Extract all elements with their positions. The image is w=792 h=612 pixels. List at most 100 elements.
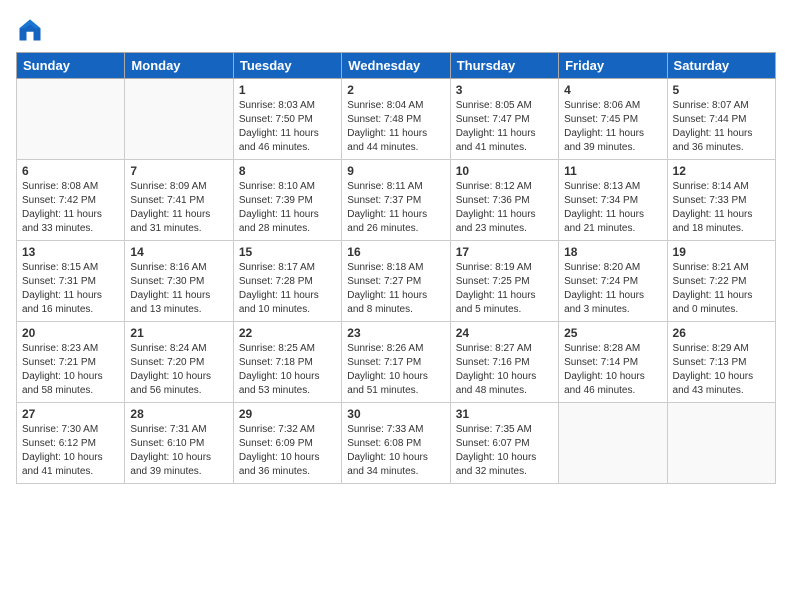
calendar-cell: 1 Sunrise: 8:03 AM Sunset: 7:50 PM Daylig… [233, 79, 341, 160]
logo-icon [16, 16, 44, 44]
day-content: Sunrise: 8:20 AM Sunset: 7:24 PM Dayligh… [564, 261, 661, 317]
day-content: Sunrise: 8:11 AM Sunset: 7:37 PM Dayligh… [347, 180, 444, 236]
day-number: 30 [347, 407, 444, 421]
calendar-cell: 23 Sunrise: 8:26 AM Sunset: 7:17 PM Dayli… [342, 322, 450, 403]
day-content: Sunrise: 8:17 AM Sunset: 7:28 PM Dayligh… [239, 261, 336, 317]
calendar-cell: 21Sunrise: 8:24 AM Sunset: 7:20 PM Dayli… [125, 322, 233, 403]
calendar-cell: 8 Sunrise: 8:10 AM Sunset: 7:39 PM Daylig… [233, 160, 341, 241]
calendar-table: SundayMondayTuesdayWednesdayThursdayFrid… [16, 52, 776, 484]
day-number: 24 [456, 326, 553, 340]
day-content: Sunrise: 8:29 AM Sunset: 7:13 PM Dayligh… [673, 342, 770, 398]
calendar-cell: 14Sunrise: 8:16 AM Sunset: 7:30 PM Dayli… [125, 241, 233, 322]
day-content: Sunrise: 8:13 AM Sunset: 7:34 PM Dayligh… [564, 180, 661, 236]
day-number: 31 [456, 407, 553, 421]
day-content: Sunrise: 8:27 AM Sunset: 7:16 PM Dayligh… [456, 342, 553, 398]
day-number: 29 [239, 407, 336, 421]
calendar-cell: 31 Sunrise: 7:35 AM Sunset: 6:07 PM Dayli… [450, 403, 558, 484]
day-number: 13 [22, 245, 119, 259]
day-number: 5 [673, 83, 770, 97]
day-content: Sunrise: 8:25 AM Sunset: 7:18 PM Dayligh… [239, 342, 336, 398]
week-row-4: 20Sunrise: 8:23 AM Sunset: 7:21 PM Dayli… [17, 322, 776, 403]
day-number: 15 [239, 245, 336, 259]
day-content: Sunrise: 8:08 AM Sunset: 7:42 PM Dayligh… [22, 180, 119, 236]
week-row-5: 27 Sunrise: 7:30 AM Sunset: 6:12 PM Dayli… [17, 403, 776, 484]
day-number: 1 [239, 83, 336, 97]
calendar-cell: 4 Sunrise: 8:06 AM Sunset: 7:45 PM Daylig… [559, 79, 667, 160]
day-content: Sunrise: 8:28 AM Sunset: 7:14 PM Dayligh… [564, 342, 661, 398]
calendar-cell: 13 Sunrise: 8:15 AM Sunset: 7:31 PM Dayli… [17, 241, 125, 322]
day-content: Sunrise: 7:33 AM Sunset: 6:08 PM Dayligh… [347, 423, 444, 479]
day-number: 22 [239, 326, 336, 340]
calendar-cell: 26 Sunrise: 8:29 AM Sunset: 7:13 PM Dayli… [667, 322, 775, 403]
day-number: 6 [22, 164, 119, 178]
logo [16, 16, 48, 44]
calendar-cell: 9 Sunrise: 8:11 AM Sunset: 7:37 PM Daylig… [342, 160, 450, 241]
day-number: 16 [347, 245, 444, 259]
week-row-2: 6 Sunrise: 8:08 AM Sunset: 7:42 PM Daylig… [17, 160, 776, 241]
calendar-cell: 28Sunrise: 7:31 AM Sunset: 6:10 PM Dayli… [125, 403, 233, 484]
day-content: Sunrise: 8:18 AM Sunset: 7:27 PM Dayligh… [347, 261, 444, 317]
day-content: Sunrise: 8:03 AM Sunset: 7:50 PM Dayligh… [239, 99, 336, 155]
column-header-thursday: Thursday [450, 53, 558, 79]
calendar-cell: 15 Sunrise: 8:17 AM Sunset: 7:28 PM Dayli… [233, 241, 341, 322]
day-number: 7 [130, 164, 227, 178]
column-header-saturday: Saturday [667, 53, 775, 79]
day-content: Sunrise: 8:14 AM Sunset: 7:33 PM Dayligh… [673, 180, 770, 236]
day-content: Sunrise: 8:26 AM Sunset: 7:17 PM Dayligh… [347, 342, 444, 398]
page-header [16, 16, 776, 44]
day-number: 25 [564, 326, 661, 340]
week-row-1: 1 Sunrise: 8:03 AM Sunset: 7:50 PM Daylig… [17, 79, 776, 160]
day-content: Sunrise: 7:35 AM Sunset: 6:07 PM Dayligh… [456, 423, 553, 479]
calendar-header-row: SundayMondayTuesdayWednesdayThursdayFrid… [17, 53, 776, 79]
day-content: Sunrise: 8:15 AM Sunset: 7:31 PM Dayligh… [22, 261, 119, 317]
calendar-cell: 6 Sunrise: 8:08 AM Sunset: 7:42 PM Daylig… [17, 160, 125, 241]
calendar-cell [125, 79, 233, 160]
calendar-cell: 22 Sunrise: 8:25 AM Sunset: 7:18 PM Dayli… [233, 322, 341, 403]
calendar-cell: 20Sunrise: 8:23 AM Sunset: 7:21 PM Dayli… [17, 322, 125, 403]
calendar-cell [559, 403, 667, 484]
calendar-cell: 7 Sunrise: 8:09 AM Sunset: 7:41 PM Daylig… [125, 160, 233, 241]
calendar-cell: 2 Sunrise: 8:04 AM Sunset: 7:48 PM Daylig… [342, 79, 450, 160]
calendar-cell: 25 Sunrise: 8:28 AM Sunset: 7:14 PM Dayli… [559, 322, 667, 403]
day-number: 26 [673, 326, 770, 340]
calendar-cell [667, 403, 775, 484]
calendar-cell [17, 79, 125, 160]
day-number: 4 [564, 83, 661, 97]
day-content: Sunrise: 8:19 AM Sunset: 7:25 PM Dayligh… [456, 261, 553, 317]
column-header-monday: Monday [125, 53, 233, 79]
day-content: Sunrise: 8:07 AM Sunset: 7:44 PM Dayligh… [673, 99, 770, 155]
day-content: Sunrise: 8:12 AM Sunset: 7:36 PM Dayligh… [456, 180, 553, 236]
day-number: 8 [239, 164, 336, 178]
column-header-wednesday: Wednesday [342, 53, 450, 79]
day-number: 14 [130, 245, 227, 259]
calendar-cell: 10Sunrise: 8:12 AM Sunset: 7:36 PM Dayli… [450, 160, 558, 241]
day-content: Sunrise: 8:10 AM Sunset: 7:39 PM Dayligh… [239, 180, 336, 236]
day-number: 23 [347, 326, 444, 340]
day-content: Sunrise: 8:21 AM Sunset: 7:22 PM Dayligh… [673, 261, 770, 317]
column-header-sunday: Sunday [17, 53, 125, 79]
day-content: Sunrise: 7:30 AM Sunset: 6:12 PM Dayligh… [22, 423, 119, 479]
day-content: Sunrise: 8:04 AM Sunset: 7:48 PM Dayligh… [347, 99, 444, 155]
calendar-cell: 5 Sunrise: 8:07 AM Sunset: 7:44 PM Daylig… [667, 79, 775, 160]
day-number: 27 [22, 407, 119, 421]
day-content: Sunrise: 8:06 AM Sunset: 7:45 PM Dayligh… [564, 99, 661, 155]
calendar-cell: 27 Sunrise: 7:30 AM Sunset: 6:12 PM Dayli… [17, 403, 125, 484]
day-content: Sunrise: 8:24 AM Sunset: 7:20 PM Dayligh… [130, 342, 227, 398]
week-row-3: 13 Sunrise: 8:15 AM Sunset: 7:31 PM Dayli… [17, 241, 776, 322]
calendar-cell: 30 Sunrise: 7:33 AM Sunset: 6:08 PM Dayli… [342, 403, 450, 484]
day-number: 19 [673, 245, 770, 259]
calendar-cell: 18 Sunrise: 8:20 AM Sunset: 7:24 PM Dayli… [559, 241, 667, 322]
day-content: Sunrise: 8:09 AM Sunset: 7:41 PM Dayligh… [130, 180, 227, 236]
day-number: 17 [456, 245, 553, 259]
calendar-cell: 17 Sunrise: 8:19 AM Sunset: 7:25 PM Dayli… [450, 241, 558, 322]
day-number: 2 [347, 83, 444, 97]
column-header-tuesday: Tuesday [233, 53, 341, 79]
day-content: Sunrise: 7:31 AM Sunset: 6:10 PM Dayligh… [130, 423, 227, 479]
calendar-cell: 29Sunrise: 7:32 AM Sunset: 6:09 PM Dayli… [233, 403, 341, 484]
calendar-cell: 11Sunrise: 8:13 AM Sunset: 7:34 PM Dayli… [559, 160, 667, 241]
day-number: 18 [564, 245, 661, 259]
day-number: 20 [22, 326, 119, 340]
calendar-cell: 3Sunrise: 8:05 AM Sunset: 7:47 PM Daylig… [450, 79, 558, 160]
day-number: 9 [347, 164, 444, 178]
calendar-cell: 16 Sunrise: 8:18 AM Sunset: 7:27 PM Dayli… [342, 241, 450, 322]
